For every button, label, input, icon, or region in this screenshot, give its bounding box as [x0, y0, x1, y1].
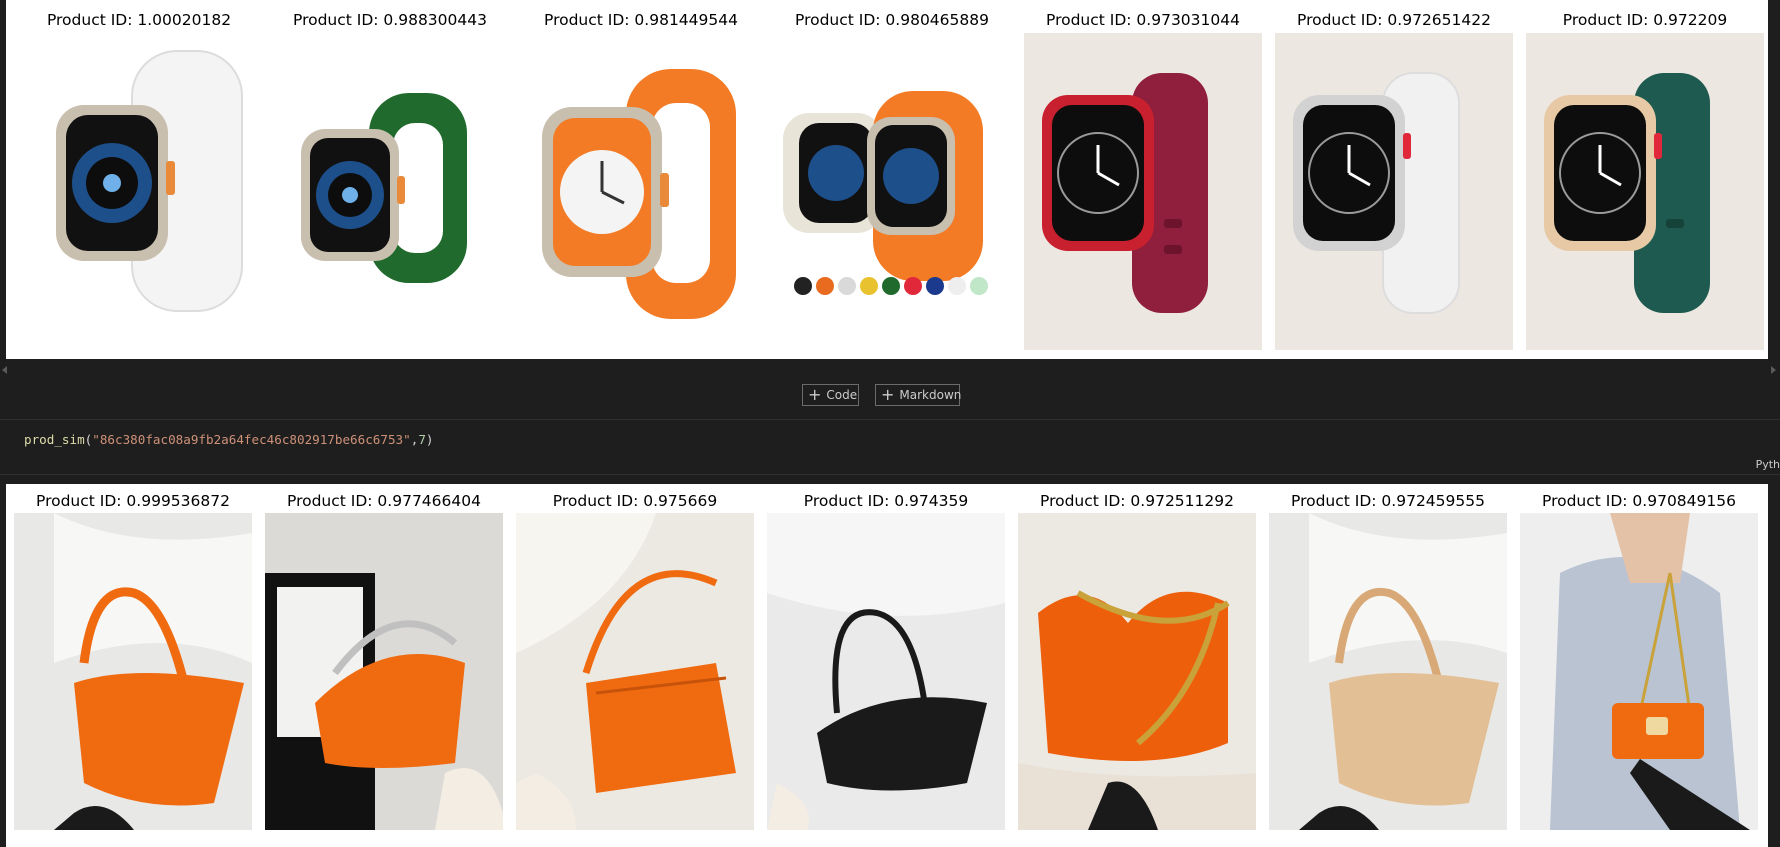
handbag-image — [1269, 513, 1507, 830]
watch-image — [1526, 33, 1764, 350]
watch-image — [1024, 33, 1262, 350]
handbag-image — [767, 513, 1005, 830]
product-title: Product ID: 0.974359 — [803, 492, 969, 510]
product-title: Product ID: 0.973031044 — [1046, 11, 1240, 29]
product-title: Product ID: 0.981449544 — [544, 11, 738, 29]
cell-divider — [0, 474, 1780, 475]
insert-cell-toolbar: + Code + Markdown — [0, 384, 1780, 406]
watch-image — [20, 33, 258, 350]
product-title: Product ID: 0.999536872 — [36, 492, 230, 510]
scroll-left-arrow-icon[interactable] — [2, 366, 7, 374]
add-markdown-cell-button[interactable]: + Markdown — [875, 384, 962, 406]
output-watch-results: Product ID: 1.00020182 Product ID: 0.988… — [6, 0, 1768, 359]
cell-language-label[interactable]: Pyth — [1756, 458, 1780, 471]
watch-image — [1275, 33, 1513, 350]
handbag-image — [516, 513, 754, 830]
handbag-image — [265, 513, 503, 830]
product-title: Product ID: 0.988300443 — [293, 11, 487, 29]
code-editor-line[interactable]: prod_sim("86c380fac08a9fb2a64fec46c80291… — [24, 432, 434, 447]
code-number-argument: 7 — [418, 432, 426, 447]
product-title: Product ID: 0.975669 — [552, 492, 718, 510]
scroll-right-arrow-icon[interactable] — [1771, 366, 1776, 374]
watch-image — [773, 33, 1011, 350]
watch-image — [271, 33, 509, 350]
product-title: Product ID: 0.972209 — [1562, 11, 1728, 29]
add-code-cell-button[interactable]: + Code — [802, 384, 859, 406]
code-function-name: prod_sim — [24, 432, 85, 447]
product-title: Product ID: 0.977466404 — [287, 492, 481, 510]
code-string-argument: "86c380fac08a9fb2a64fec46c802917be66c675… — [92, 432, 411, 447]
plus-icon: + — [808, 385, 822, 404]
plus-icon: + — [881, 385, 895, 404]
handbag-image — [1018, 513, 1256, 830]
add-code-label: Code — [826, 388, 858, 402]
add-markdown-label: Markdown — [899, 388, 962, 402]
product-title: Product ID: 0.972511292 — [1040, 492, 1234, 510]
product-title: Product ID: 1.00020182 — [46, 11, 232, 29]
product-title: Product ID: 0.980465889 — [795, 11, 989, 29]
product-title: Product ID: 0.970849156 — [1542, 492, 1736, 510]
code-cell[interactable]: prod_sim("86c380fac08a9fb2a64fec46c80291… — [0, 420, 1780, 474]
output-bag-results: Product ID: 0.999536872 Product ID: 0.97… — [6, 484, 1768, 847]
code-close-paren: ) — [425, 432, 434, 447]
handbag-image — [1520, 513, 1758, 830]
product-title: Product ID: 0.972651422 — [1297, 11, 1491, 29]
product-title: Product ID: 0.972459555 — [1291, 492, 1485, 510]
watch-image — [522, 33, 760, 350]
output-horizontal-scrollbar[interactable] — [0, 364, 1780, 376]
handbag-image — [14, 513, 252, 830]
